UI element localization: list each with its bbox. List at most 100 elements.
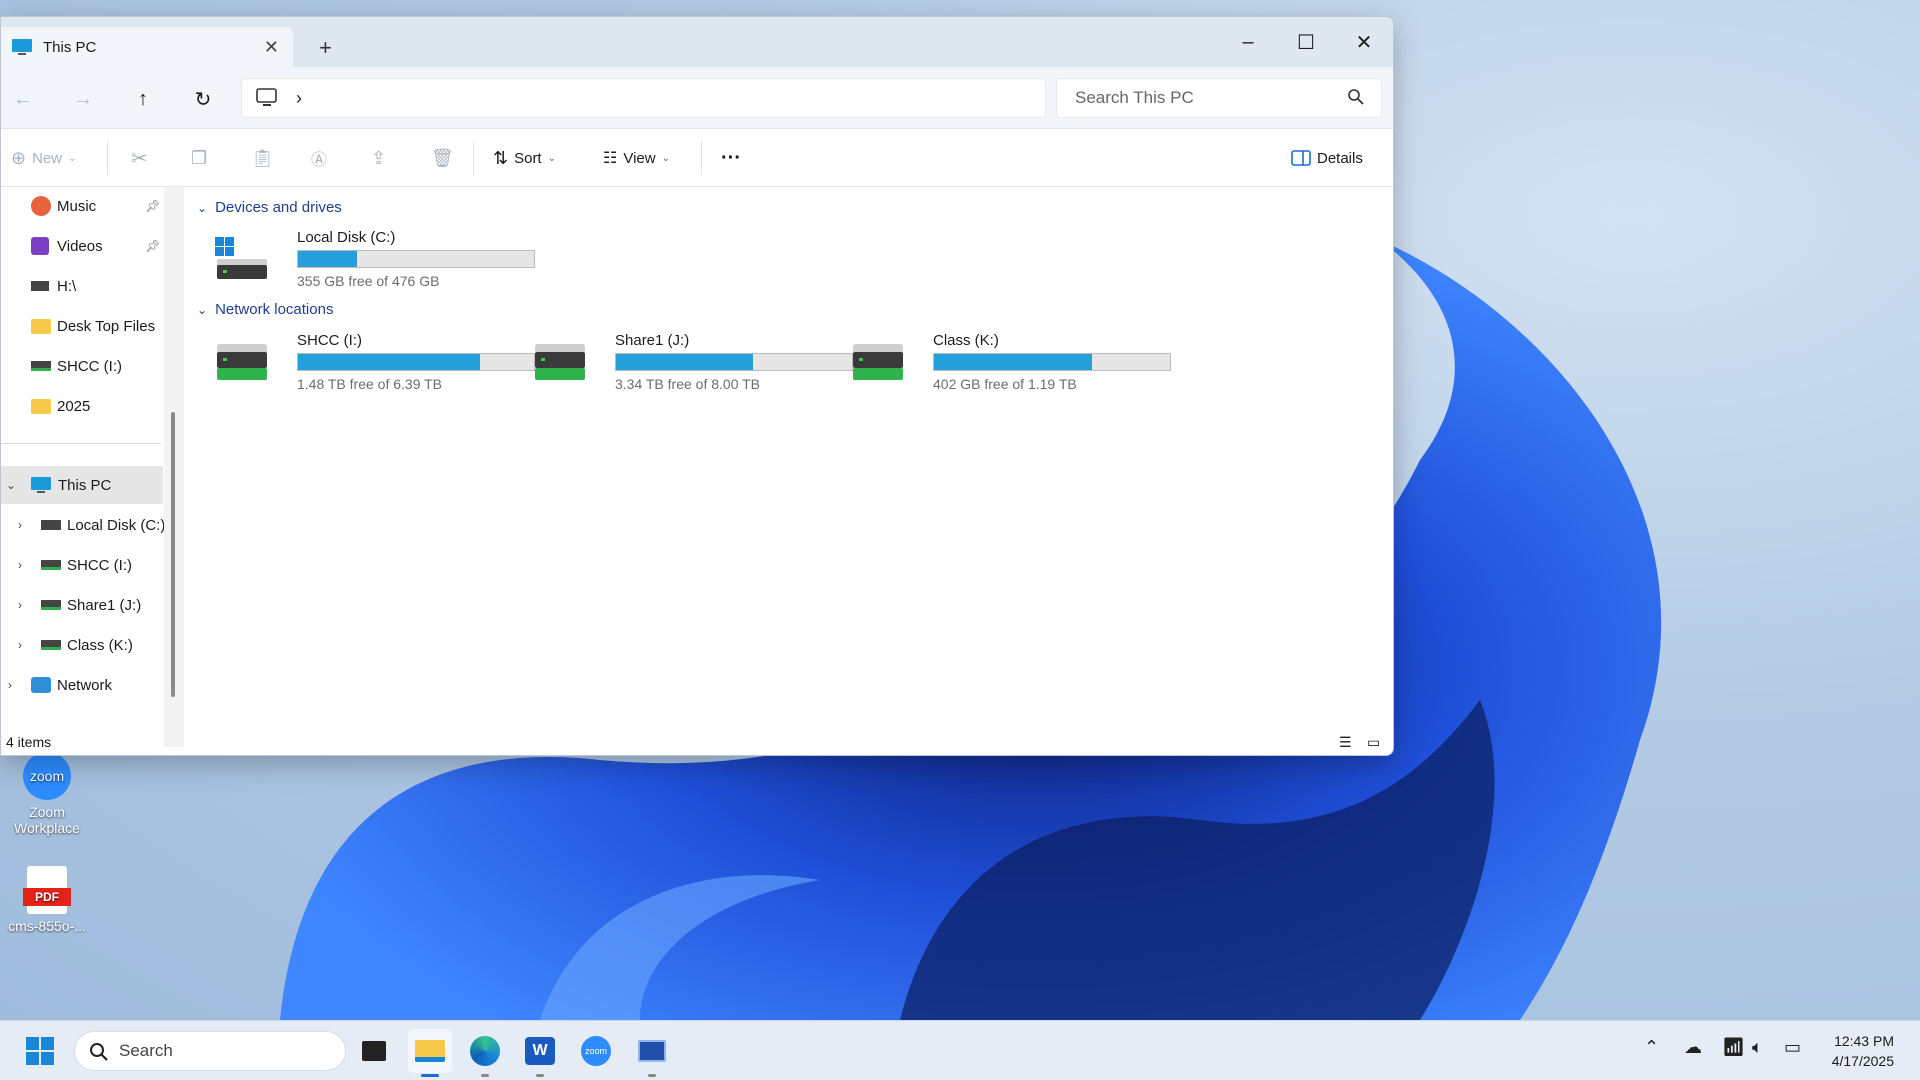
drive-icon xyxy=(31,281,49,291)
copy-button[interactable]: ❐ xyxy=(191,129,207,187)
drive-usage-bar xyxy=(615,353,853,371)
chevron-right-icon: › xyxy=(18,518,22,532)
close-tab-icon[interactable]: ✕ xyxy=(264,37,279,58)
sidebar-item-network[interactable]: › Network xyxy=(1,666,112,704)
battery-icon[interactable]: ▭ xyxy=(1784,1037,1801,1058)
system-clock[interactable]: 12:43 PM 4/17/2025 xyxy=(1832,1031,1894,1071)
paste-button[interactable]: 📋︎ xyxy=(251,129,274,187)
up-button[interactable]: ↑ xyxy=(127,83,159,115)
drive-share1-j[interactable]: Share1 (J:) 3.34 TB free of 8.00 TB xyxy=(523,332,853,396)
sidebar-item-shcc-drive[interactable]: › SHCC (I:) xyxy=(11,546,132,584)
maximize-button[interactable]: ☐ xyxy=(1277,17,1335,67)
sidebar-item-this-pc[interactable]: ⌄ This PC xyxy=(1,466,163,504)
drive-usage-fill xyxy=(298,354,480,370)
taskbar-zoom[interactable]: zoom xyxy=(574,1029,618,1073)
sidebar-item-class-drive[interactable]: › Class (K:) xyxy=(11,626,133,664)
address-field[interactable]: › xyxy=(241,78,1046,118)
more-options-button[interactable]: ··· xyxy=(721,129,741,187)
onedrive-offline-icon[interactable]: ☁ xyxy=(1684,1037,1702,1058)
drive-local-disk-c[interactable]: Local Disk (C:) 355 GB free of 476 GB xyxy=(205,229,535,293)
network-icon xyxy=(31,677,51,693)
clock-date: 4/17/2025 xyxy=(1831,1053,1894,1069)
scissors-icon: ✂ xyxy=(131,147,148,170)
item-count: 4 items xyxy=(6,734,52,750)
share-button[interactable]: ⇪ xyxy=(371,129,386,187)
sidebar-item-shcc[interactable]: SHCC (I:) xyxy=(31,347,122,385)
search-input[interactable]: Search This PC xyxy=(1056,78,1382,118)
tab-this-pc[interactable]: This PC ✕ xyxy=(1,27,293,67)
chevron-right-icon: › xyxy=(18,558,22,572)
rename-button[interactable]: Ⓐ xyxy=(311,129,327,187)
divider xyxy=(473,141,474,175)
network-drive-icon xyxy=(217,344,267,380)
taskbar-search[interactable]: Search xyxy=(74,1031,346,1071)
search-placeholder: Search This PC xyxy=(1075,88,1194,107)
delete-button[interactable]: 🗑︎ xyxy=(431,129,454,187)
close-window-button[interactable]: ✕ xyxy=(1335,17,1393,67)
running-indicator xyxy=(536,1074,544,1077)
details-pane-button[interactable]: Details xyxy=(1291,129,1363,187)
taskbar-edge[interactable] xyxy=(463,1029,507,1077)
tiles-view-icon[interactable]: ▭ xyxy=(1367,734,1380,751)
divider xyxy=(1,443,161,444)
task-view-button[interactable] xyxy=(352,1029,396,1073)
details-view-icon[interactable]: ☰ xyxy=(1339,734,1352,751)
drive-usage-fill xyxy=(934,354,1093,370)
wifi-icon[interactable]: 📶︎ xyxy=(1722,1037,1745,1058)
view-label: View xyxy=(623,149,656,167)
start-button[interactable] xyxy=(18,1029,62,1073)
sidebar-item-label: Network xyxy=(57,676,113,694)
group-network-locations[interactable]: ⌄ Network locations xyxy=(197,301,333,318)
sidebar-item-label: SHCC (I:) xyxy=(67,556,132,574)
tab-title: This PC xyxy=(43,38,97,56)
show-hidden-icons-chevron-up-icon[interactable]: ⌃ xyxy=(1644,1037,1659,1058)
share-icon: ⇪ xyxy=(371,147,387,168)
command-bar: ⊕ New ⌄ ✂ ❐ 📋︎ Ⓐ ⇪ 🗑︎ ⇅ Sort ⌄ ☷ View ⌄ … xyxy=(1,129,1393,187)
cut-button[interactable]: ✂ xyxy=(131,129,148,187)
sidebar-item-music[interactable]: Music 📌︎ xyxy=(31,187,161,225)
drive-name: SHCC (I:) xyxy=(297,332,362,349)
volume-icon[interactable]: 🔈︎ xyxy=(1752,1037,1763,1058)
refresh-button[interactable]: ↻ xyxy=(187,83,219,115)
details-pane-icon xyxy=(1291,150,1311,166)
divider xyxy=(701,141,702,175)
forward-button[interactable]: → xyxy=(67,83,99,115)
taskbar-remote-desktop[interactable] xyxy=(630,1029,674,1077)
pin-icon: 📌︎ xyxy=(145,199,161,213)
drive-class-k[interactable]: Class (K:) 402 GB free of 1.19 TB xyxy=(841,332,1171,396)
sidebar-item-desk-top-files[interactable]: Desk Top Files xyxy=(31,307,155,345)
breadcrumb-chevron-icon[interactable]: › xyxy=(296,88,302,109)
sidebar-item-2025[interactable]: 2025 xyxy=(31,387,90,425)
taskbar-file-explorer[interactable] xyxy=(408,1029,452,1077)
sidebar-item-videos[interactable]: Videos 📌︎ xyxy=(31,227,161,265)
sort-arrows-icon: ⇅ xyxy=(493,147,509,168)
sort-button[interactable]: ⇅ Sort ⌄ xyxy=(493,129,556,187)
chevron-right-icon: › xyxy=(8,678,12,692)
sidebar-item-local-disk[interactable]: › Local Disk (C:) xyxy=(11,506,165,544)
network-drive-icon xyxy=(41,560,61,570)
new-tab-button[interactable]: + xyxy=(319,35,332,61)
new-button[interactable]: ⊕ New ⌄ xyxy=(11,129,77,187)
view-button[interactable]: ☷ View ⌄ xyxy=(603,129,670,187)
minimize-button[interactable]: – xyxy=(1219,17,1277,67)
sidebar-item-share1-drive[interactable]: › Share1 (J:) xyxy=(11,586,141,624)
desktop-icon-label: Zoom xyxy=(29,804,65,820)
clipboard-icon: 📋︎ xyxy=(251,147,274,168)
drive-shcc-i[interactable]: SHCC (I:) 1.48 TB free of 6.39 TB xyxy=(205,332,535,396)
desktop-icon-pdf[interactable]: PDF cms-855o-... xyxy=(2,866,92,934)
back-button[interactable]: ← xyxy=(7,83,39,115)
sidebar-item-h-drive[interactable]: H:\ xyxy=(31,267,76,305)
nav-pane-scrollbar[interactable] xyxy=(171,412,175,697)
taskbar-word[interactable]: W xyxy=(518,1029,562,1077)
taskbar: Search W zoom ⌃ ☁ 📶︎ 🔈︎ ▭ 12:43 PM 4/17/… xyxy=(0,1020,1920,1080)
drive-free-space: 3.34 TB free of 8.00 TB xyxy=(615,376,761,392)
drive-usage-fill xyxy=(616,354,753,370)
drive-usage-bar xyxy=(933,353,1171,371)
view-layout-icon: ☷ xyxy=(603,150,618,167)
group-devices-and-drives[interactable]: ⌄ Devices and drives xyxy=(197,199,342,216)
sidebar-item-label: Desk Top Files xyxy=(57,317,156,335)
new-label: New xyxy=(32,149,63,167)
chevron-down-icon: ⌄ xyxy=(68,152,77,164)
desktop-icon-zoom[interactable]: zoom Zoom Workplace xyxy=(2,752,92,836)
sidebar-item-label: SHCC (I:) xyxy=(57,357,122,375)
